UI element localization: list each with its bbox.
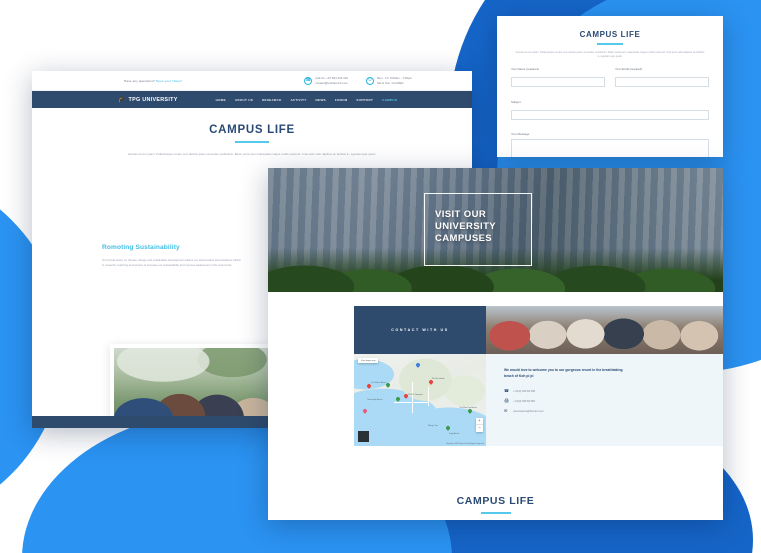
map-zoom-out-button[interactable]: − (476, 425, 483, 432)
contact-info-panel: We would love to welcome you to our gorg… (486, 354, 723, 446)
topbar-hours-line1: Mon - Fri: 8:00am - 7:00pm (376, 76, 412, 81)
topbar-contacts: ☎ Call Us: +07 504 232 322 contact@techl… (304, 76, 460, 85)
contact-fax-row: 🖨 + 61(0) 569 66 566 (504, 399, 707, 404)
mail-icon: ✉ (504, 408, 508, 414)
form-title-underline (597, 43, 623, 45)
graduation-cap-icon: 🎓 (118, 96, 126, 103)
contact-left-column: CONTACT WITH US Loh Dalum Beach Phi Phi … (268, 306, 486, 446)
campus-page-body: CONTACT WITH US Loh Dalum Beach Phi Phi … (268, 292, 723, 520)
contact-with-us-title: CONTACT WITH US (391, 328, 449, 332)
field-your-name: Your Name (required) (511, 67, 605, 92)
topbar-contact-phone: ☎ Call Us: +07 504 232 322 contact@techl… (304, 76, 348, 85)
map-label: Phi Phi Viewpoint (408, 393, 423, 396)
map-pin[interactable] (416, 363, 420, 368)
contact-right-column: We would love to welcome you to our gorg… (486, 306, 723, 446)
label-your-email: Your Email (required) (615, 67, 643, 72)
map-zoom-controls: + − (476, 418, 483, 432)
map-label: Loh Dalum Beach (371, 381, 387, 384)
sustainability-heading: Romoting Sustainability (102, 244, 180, 251)
students-working-photo (486, 306, 723, 354)
contact-fax-value: + 61(0) 569 66 566 (513, 399, 535, 403)
bottom-title-underline (480, 512, 511, 514)
site-logo[interactable]: 🎓 TPG UNIVERSITY (118, 97, 178, 103)
utility-topbar: Have any questions? Open your Ticket! ☎ … (32, 71, 472, 91)
topbar-contact-hours: ⏱ Mon - Fri: 8:00am - 7:00pm Sat & Sun: … (365, 76, 412, 85)
label-your-message: Your Message (511, 132, 530, 137)
page-title: CAMPUS LIFE (209, 124, 295, 136)
view-larger-map-button[interactable]: View larger map (358, 358, 379, 364)
form-row-name-email: Your Name (required) Your Email (require… (511, 67, 709, 92)
topbar-phone-line2: contact@techlaunch.com (315, 80, 348, 85)
bottom-section: CAMPUS LIFE (268, 495, 723, 514)
map-provider-logo (358, 431, 369, 442)
contact-email-row: ✉ reservations@domain.com (504, 409, 707, 414)
nav-item-activity[interactable]: ACTIVITY (290, 98, 306, 102)
map-label: Loh Moo Dee Beach (459, 407, 477, 410)
topbar-phone-line1: Call Us: +07 504 232 322 (315, 76, 348, 81)
contact-details-list: ☎ + 61(0) 569 66 258 🖨 + 61(0) 569 66 56… (504, 389, 707, 414)
map-pin[interactable] (429, 380, 433, 385)
location-map[interactable]: Loh Dalum Beach Phi Phi Islands Phi Phi … (354, 354, 486, 446)
nav-item-research[interactable]: RESEARCH (262, 98, 281, 102)
topbar-question-text: Have any questions? (124, 78, 155, 83)
map-pin[interactable] (468, 409, 472, 414)
subject-input[interactable] (511, 109, 709, 120)
hero-text-frame: VISIT OUR UNIVERSITY CAMPUSES (424, 193, 532, 266)
contact-form-window: CAMPUS LIFE Aenean eu leo quam. Pellente… (497, 16, 723, 157)
your-name-input[interactable] (511, 77, 605, 88)
topbar-question: Have any questions? Open your Ticket! (124, 79, 182, 83)
your-message-textarea[interactable] (511, 138, 709, 157)
field-your-message: Your Message (511, 132, 709, 157)
map-label: Viking Cave (427, 424, 438, 427)
map-pin[interactable] (386, 383, 390, 388)
phone-icon: ☎ (304, 76, 313, 85)
hero-banner: VISIT OUR UNIVERSITY CAMPUSES (268, 168, 723, 292)
nav-item-news[interactable]: NEWS (316, 98, 326, 102)
screenshot-stage: Have any questions? Open your Ticket! ☎ … (0, 0, 761, 553)
hero-headline: VISIT OUR UNIVERSITY CAMPUSES (435, 209, 496, 245)
map-credit-text: Map data ©2021 Terms of Use Report a map… (446, 443, 484, 445)
brand-name: TPG UNIVERSITY (128, 96, 178, 103)
form-title: CAMPUS LIFE (579, 30, 641, 39)
main-navbar: 🎓 TPG UNIVERSITY HOME ABOUT US RESEARCH … (32, 91, 472, 108)
phone-icon: ☎ (504, 388, 509, 394)
fax-icon: 🖨 (504, 398, 510, 404)
nav-item-home[interactable]: HOME (216, 98, 226, 102)
sustainability-section: Romoting Sustainability Our formal polic… (102, 244, 242, 268)
contact-phone-value: + 61(0) 569 66 258 (513, 389, 535, 393)
contact-email-value[interactable]: reservations@domain.com (513, 410, 544, 413)
nav-item-support[interactable]: SUPPORT (356, 98, 373, 102)
field-subject: Subject (511, 100, 709, 125)
page-intro-paragraph: Aenean eu leo quam. Pellentesque ornare … (127, 152, 377, 156)
campus-page-window: VISIT OUR UNIVERSITY CAMPUSES CONTACT WI… (268, 168, 723, 520)
field-your-email: Your Email (required) (615, 67, 709, 92)
label-your-name: Your Name (required) (511, 67, 539, 72)
contact-section: CONTACT WITH US Loh Dalum Beach Phi Phi … (268, 306, 723, 446)
contact-with-us-panel: CONTACT WITH US (354, 306, 486, 354)
title-underline (235, 141, 269, 143)
topbar-hours-line2: Sat & Sun: CLOSED (376, 80, 404, 85)
map-pin[interactable] (396, 397, 400, 402)
map-pin[interactable] (367, 384, 371, 389)
your-email-input[interactable] (615, 77, 709, 88)
nav-item-campus[interactable]: CAMPUS (382, 98, 397, 102)
map-zoom-in-button[interactable]: + (476, 418, 483, 425)
map-pin[interactable] (446, 426, 450, 431)
clock-icon: ⏱ (365, 76, 374, 85)
map-pin[interactable] (363, 409, 367, 414)
contact-phone-row: ☎ + 61(0) 569 66 258 (504, 389, 707, 394)
contact-lead-text: We would love to welcome you to our gorg… (504, 368, 623, 379)
sustainability-text: Our formal policy on climate change and … (102, 258, 241, 268)
nav-item-about-us[interactable]: ABOUT US (235, 98, 253, 102)
form-paragraph: Aenean eu leo quam. Pellentesque ornare … (515, 50, 705, 58)
label-subject: Subject (511, 99, 521, 104)
nav-items: HOME ABOUT US RESEARCH ACTIVITY NEWS FOR… (216, 98, 397, 102)
map-label: Long Beach (449, 433, 460, 436)
open-ticket-link[interactable]: Open your Ticket! (156, 79, 182, 83)
map-label: Phi Phi Islands (431, 377, 445, 380)
nav-item-forum[interactable]: FORUM (335, 98, 348, 102)
bottom-section-title: CAMPUS LIFE (456, 495, 535, 507)
map-label: Tonsai Bay Beach (367, 399, 383, 402)
